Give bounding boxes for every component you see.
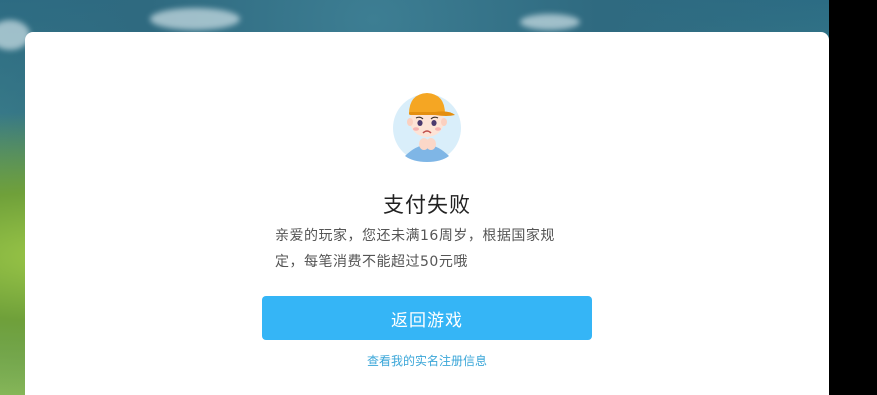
view-realname-info-link[interactable]: 查看我的实名注册信息	[25, 352, 829, 369]
payment-failed-dialog: 支付失败 亲爱的玩家，您还未满16周岁，根据国家规定，每笔消费不能超过50元哦 …	[25, 32, 829, 395]
right-letterbox	[829, 0, 877, 395]
dialog-message: 亲爱的玩家，您还未满16周岁，根据国家规定，每笔消费不能超过50元哦	[275, 228, 555, 270]
sad-child-avatar-icon	[393, 93, 461, 162]
return-to-game-button[interactable]: 返回游戏	[262, 296, 592, 340]
dialog-title: 支付失败	[383, 193, 471, 217]
